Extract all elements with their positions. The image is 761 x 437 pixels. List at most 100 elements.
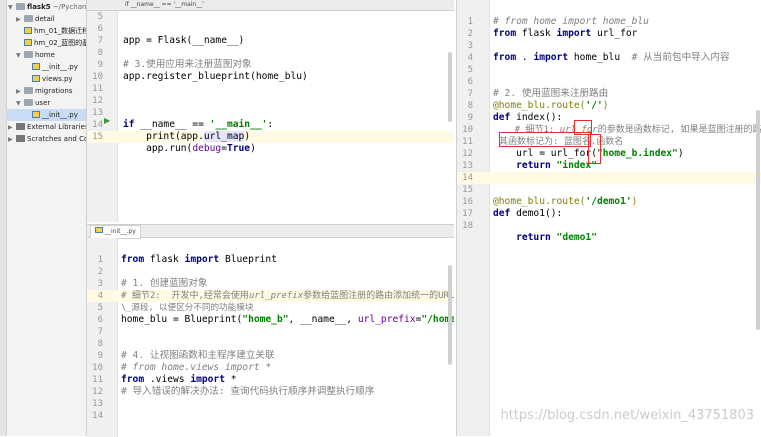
tree-item[interactable]: ▶ Scratches and Consoles <box>8 133 86 146</box>
python-file-icon <box>24 39 32 46</box>
code-line-4[interactable]: from . import home_blu # 从当前包中导入内容 <box>493 52 730 64</box>
code-line-7[interactable]: app = Flask(__name__) <box>123 35 244 47</box>
line-number: 17 <box>462 209 473 219</box>
current-line-highlight <box>457 172 761 184</box>
code-line-9[interactable]: # 4. 让视图函数和主程序建立关联 <box>121 350 275 362</box>
project-root-path: ~/PycharmP <box>52 3 86 11</box>
python-file-icon <box>32 75 40 82</box>
line-number: 5 <box>467 65 473 75</box>
tree-item[interactable]: hm_01_数据迁移.. <box>16 25 86 37</box>
tree-item-label: __init__.py <box>42 111 78 119</box>
editor-tab[interactable]: __init__.py <box>90 225 141 239</box>
tree-item[interactable]: ▶ migrations <box>16 85 72 97</box>
tree-item-label: hm_01_数据迁移.. <box>34 27 86 35</box>
run-gutter-icon[interactable]: ▶ <box>104 116 110 125</box>
code-line-1[interactable]: # from home import home_blu <box>493 16 649 28</box>
tree-item[interactable]: __init__.py <box>24 61 78 73</box>
line-number: 13 <box>92 399 103 409</box>
breadcrumb[interactable]: if __name__ == '__main__' <box>125 1 204 8</box>
tree-item-label: Scratches and Consoles <box>27 135 86 143</box>
vertical-scrollbar[interactable] <box>448 265 452 365</box>
line-number: 14 <box>462 173 473 183</box>
annotation-box-blueprint-name <box>499 132 591 147</box>
editor-blueprint-init[interactable]: __init__.py 1 2 3 4 5 6 7 8 9 10 11 12 13 14 from fla… <box>87 224 454 437</box>
code-line-15[interactable]: @home_blu.route('/demo1') <box>493 196 637 208</box>
tree-item-label: home <box>35 51 55 59</box>
code-line-16[interactable]: def demo1(): <box>493 208 562 220</box>
folder-icon <box>24 15 33 22</box>
line-number: 8 <box>97 48 103 58</box>
code-line-4-wrap[interactable]: \_源段, 以便区分不同的功能模块 <box>121 302 253 314</box>
watermark: https://blog.csdn.net/weixin_43751803 <box>500 408 754 423</box>
breadcrumb-bar: if __name__ == '__main__' <box>87 0 454 11</box>
line-number: 15 <box>92 132 103 142</box>
tree-item[interactable]: ▶ External Libraries <box>8 121 87 133</box>
line-number: 4 <box>97 291 103 301</box>
tree-item-label: migrations <box>35 87 73 95</box>
line-number: 9 <box>467 113 473 123</box>
code-line-17[interactable]: return "demo1" <box>493 232 597 244</box>
code-line-3[interactable]: # 1. 创建蓝图对象 <box>121 278 207 290</box>
line-number: 5 <box>97 12 103 22</box>
chevron-down-icon[interactable]: ▼ <box>8 2 16 14</box>
code-line-15[interactable]: app.run(debug=True) <box>123 143 256 155</box>
code-line-14[interactable]: print(app.url_map) <box>123 131 250 143</box>
project-tree-panel: ▼flask5 ~/PycharmP ▶detail hm_01_数据迁移..hm… <box>0 0 87 436</box>
tree-item[interactable]: ▼ home <box>16 49 55 61</box>
python-file-icon <box>32 63 40 70</box>
code-line-13[interactable]: if __name__ == '__main__': <box>123 119 273 131</box>
line-number: 15 <box>462 185 473 195</box>
tree-item[interactable]: ▶ detail <box>16 13 55 25</box>
code-line-5[interactable]: home_blu = Blueprint("home_b", __name__,… <box>121 314 454 326</box>
chevron-right-icon[interactable]: ▶ <box>8 134 16 146</box>
annotation-box-home-b <box>588 134 601 164</box>
tree-item[interactable]: ▼ user <box>16 97 50 109</box>
vertical-scrollbar[interactable] <box>756 110 760 330</box>
tree-item[interactable]: hm_02_蓝图的基.. <box>16 37 86 49</box>
line-number: 11 <box>92 84 103 94</box>
line-number: 9 <box>97 351 103 361</box>
line-number: 1 <box>467 17 473 27</box>
editor-main-app[interactable]: if __name__ == '__main__' 5 6 7 8 9 10 11 12 13 1… <box>87 0 454 222</box>
line-number: 7 <box>97 36 103 46</box>
tree-item-label: user <box>35 99 51 107</box>
code-line-11[interactable]: from .views import * <box>121 374 237 386</box>
code-line-9[interactable]: def index(): <box>493 112 562 124</box>
library-icon <box>16 123 25 130</box>
tree-item-label: __init__.py <box>42 63 78 71</box>
chevron-down-icon[interactable]: ▼ <box>16 50 24 62</box>
tree-item[interactable]: __init__.py <box>7 109 86 121</box>
code-line-8[interactable]: @home_blu.route('/') <box>493 100 609 112</box>
line-number: 10 <box>92 72 103 82</box>
tree-item-label: External Libraries <box>27 123 87 131</box>
tree-item[interactable]: views.py <box>24 73 73 85</box>
line-number: 18 <box>462 221 473 231</box>
tree-item-label: views.py <box>42 75 73 83</box>
line-number: 7 <box>467 89 473 99</box>
code-line-2[interactable]: from flask import url_for <box>493 28 637 40</box>
code-line-4[interactable]: # 细节2: 开发中,经常会使用url_prefix参数给蓝图注册的路由添加统一… <box>121 290 454 302</box>
code-line-1[interactable]: from flask import Blueprint <box>121 254 277 266</box>
code-line-12[interactable]: return "index" <box>493 160 597 172</box>
code-line-7[interactable]: # 2. 使用蓝图来注册路由 <box>493 88 608 100</box>
line-number: 13 <box>92 108 103 118</box>
editor-tab-bar: __init__.py <box>87 225 454 239</box>
editor-views[interactable]: 1 2 3 4 5 6 7 8 9 10 11 12 13 14 15 16 17 18 # from home … <box>456 0 761 436</box>
library-icon <box>16 135 25 142</box>
code-line-9[interactable]: # 3.使用应用来注册蓝图对象 <box>123 59 252 71</box>
vertical-scrollbar[interactable] <box>448 52 452 122</box>
line-number: 7 <box>97 327 103 337</box>
line-number: 16 <box>462 197 473 207</box>
line-number: 6 <box>97 315 103 325</box>
line-number: 6 <box>467 77 473 87</box>
code-line-10[interactable]: app.register_blueprint(home_blu) <box>123 71 308 83</box>
code-line-10[interactable]: # from home.views import * <box>121 362 271 374</box>
line-number: 11 <box>92 375 103 385</box>
project-tool-strip[interactable] <box>0 0 7 436</box>
code-line-12[interactable]: # 导入错误的解决办法: 查询代码执行顺序并调整执行顺序 <box>121 386 374 398</box>
project-root[interactable]: ▼ flask5 ~/PycharmP <box>8 1 86 14</box>
line-number: 11 <box>462 137 473 147</box>
folder-icon <box>24 87 33 94</box>
line-number: 14 <box>92 120 103 130</box>
python-file-icon <box>95 227 103 233</box>
